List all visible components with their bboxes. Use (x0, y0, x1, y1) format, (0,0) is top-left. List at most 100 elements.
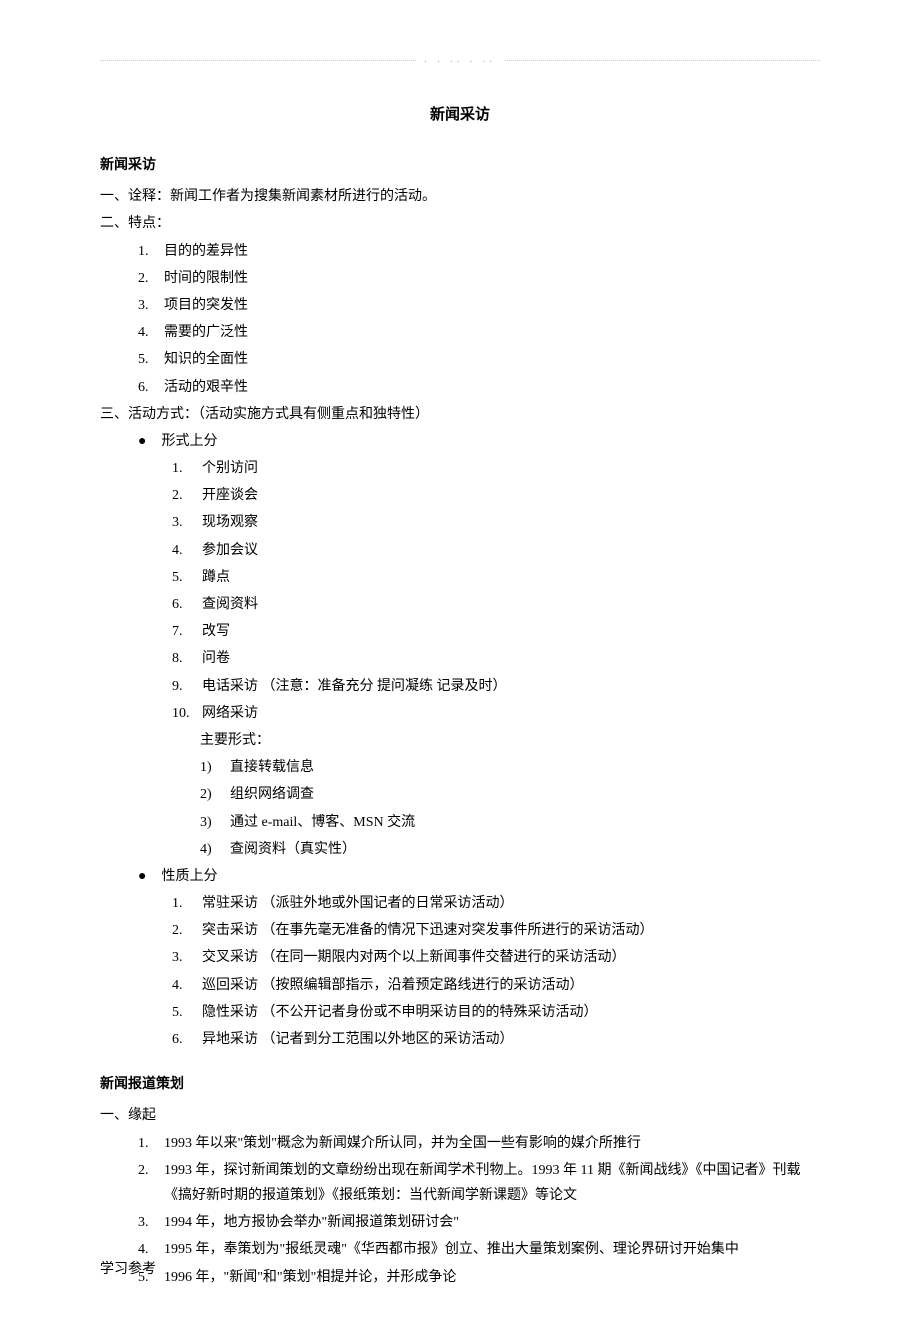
item-number: 3. (172, 945, 202, 970)
item-text: 参加会议 (202, 538, 820, 563)
item-number: 4. (138, 320, 164, 345)
list-item: 2)组织网络调查 (100, 782, 820, 807)
item-text: 1993 年，探讨新闻策划的文章纷纷出现在新闻学术刊物上。1993 年 11 期… (164, 1158, 820, 1208)
list-item: 3.现场观察 (100, 510, 820, 535)
item-number: 1) (200, 755, 230, 780)
list-item: 1.目的的差异性 (100, 239, 820, 264)
list-item: 5.隐性采访 （不公开记者身份或不申明采访目的的特殊采访活动） (100, 1000, 820, 1025)
bullet-icon: ● (138, 429, 158, 454)
list-item: 4)查阅资料（真实性） (100, 837, 820, 862)
item-number: 4) (200, 837, 230, 862)
list-item: 2.1993 年，探讨新闻策划的文章纷纷出现在新闻学术刊物上。1993 年 11… (100, 1158, 820, 1208)
item-text: 1996 年，"新闻"和"策划"相提并论，并形成争论 (164, 1265, 820, 1290)
item-text: 直接转载信息 (230, 755, 820, 780)
list-item: 1)直接转载信息 (100, 755, 820, 780)
item-number: 6. (138, 375, 164, 400)
label-three: 三、 (100, 402, 128, 427)
list-item: 3.交叉采访 （在同一期限内对两个以上新闻事件交替进行的采访活动） (100, 945, 820, 970)
list-item: 4.巡回采访 （按照编辑部指示，沿着预定路线进行的采访活动） (100, 973, 820, 998)
list-item: 3.项目的突发性 (100, 293, 820, 318)
item-text: 电话采访 （注意：准备充分 提问凝练 记录及时） (202, 674, 820, 699)
list-item: 3)通过 e-mail、博客、MSN 交流 (100, 810, 820, 835)
item-text: 1995 年，奉策划为"报纸灵魂"《华西都市报》创立、推出大量策划案例、理论界研… (164, 1237, 820, 1262)
item-text: 活动的艰辛性 (164, 375, 820, 400)
item-text: 突击采访 （在事先毫无准备的情况下迅速对突发事件所进行的采访活动） (202, 918, 820, 943)
list-item: 2.突击采访 （在事先毫无准备的情况下迅速对突发事件所进行的采访活动） (100, 918, 820, 943)
label-two: 二、 (100, 211, 128, 236)
item-number: 6. (172, 592, 202, 617)
item-text: 改写 (202, 619, 820, 644)
item-number: 9. (172, 674, 202, 699)
item-number: 3. (138, 1210, 164, 1235)
list-item: 5.1996 年，"新闻"和"策划"相提并论，并形成争论 (100, 1265, 820, 1290)
three-title: 活动方式：（活动实施方式具有侧重点和独特性） (128, 402, 820, 427)
item-number: 2. (138, 266, 164, 291)
item-number: 1. (138, 1131, 164, 1156)
g1-items-list: 1.个别访问2.开座谈会3.现场观察4.参加会议5.蹲点6.查阅资料7.改写8.… (100, 456, 820, 726)
list-item: 1.常驻采访 （派驻外地或外国记者的日常采访活动） (100, 891, 820, 916)
item-number: 2. (172, 918, 202, 943)
list-item: 4.参加会议 (100, 538, 820, 563)
item-number: 5. (172, 1000, 202, 1025)
item-text: 通过 e-mail、博客、MSN 交流 (230, 810, 820, 835)
item-text: 1994 年，地方报协会举办"新闻报道策划研讨会" (164, 1210, 820, 1235)
list-item: 8.问卷 (100, 646, 820, 671)
list-item: 10.网络采访 (100, 701, 820, 726)
item-text: 组织网络调查 (230, 782, 820, 807)
item-text: 交叉采访 （在同一期限内对两个以上新闻事件交替进行的采访活动） (202, 945, 820, 970)
s2-items-list: 1.1993 年以来"策划"概念为新闻媒介所认同，并为全国一些有影响的媒介所推行… (100, 1131, 820, 1290)
item-number: 1. (172, 891, 202, 916)
g2-label: 性质上分 (162, 869, 218, 884)
item-text: 查阅资料 (202, 592, 820, 617)
document-page: . . .. . .. 新闻采访 新闻采访 一、 诠释：新闻工作者为搜集新闻素材… (0, 0, 920, 1332)
g1-label: 形式上分 (162, 434, 218, 449)
section2-one-head: 一、 缘起 (100, 1103, 820, 1128)
item-text: 巡回采访 （按照编辑部指示，沿着预定路线进行的采访活动） (202, 973, 820, 998)
list-item: 6.活动的艰辛性 (100, 375, 820, 400)
bullet-icon: ● (138, 864, 158, 889)
list-item: 6.异地采访 （记者到分工范围以外地区的采访活动） (100, 1027, 820, 1052)
two-items-list: 1.目的的差异性2.时间的限制性3.项目的突发性4.需要的广泛性5.知识的全面性… (100, 239, 820, 400)
item-text: 常驻采访 （派驻外地或外国记者的日常采访活动） (202, 891, 820, 916)
list-item: 5.知识的全面性 (100, 347, 820, 372)
item-text: 目的的差异性 (164, 239, 820, 264)
g1-sub-items-list: 1)直接转载信息2)组织网络调查 3)通过 e-mail、博客、MSN 交流4)查… (100, 755, 820, 862)
item-text: 开座谈会 (202, 483, 820, 508)
section1-one: 一、 诠释：新闻工作者为搜集新闻素材所进行的活动。 (100, 184, 820, 209)
item-number: 5. (172, 565, 202, 590)
item-text: 知识的全面性 (164, 347, 820, 372)
list-item: 1.个别访问 (100, 456, 820, 481)
item-text: 1993 年以来"策划"概念为新闻媒介所认同，并为全国一些有影响的媒介所推行 (164, 1131, 820, 1156)
item-number: 4. (172, 538, 202, 563)
item-number: 1. (138, 239, 164, 264)
item-text: 项目的突发性 (164, 293, 820, 318)
item-text: 需要的广泛性 (164, 320, 820, 345)
item-text: 查阅资料（真实性） (230, 837, 820, 862)
list-item: 3.1994 年，地方报协会举办"新闻报道策划研讨会" (100, 1210, 820, 1235)
footer-text: 学习参考 (100, 1257, 156, 1282)
three-g1-head: ● 形式上分 (100, 429, 820, 454)
item-text: 现场观察 (202, 510, 820, 535)
item-number: 2) (200, 782, 230, 807)
three-g2-head: ● 性质上分 (100, 864, 820, 889)
list-item: 6.查阅资料 (100, 592, 820, 617)
item-number: 8. (172, 646, 202, 671)
list-item: 7.改写 (100, 619, 820, 644)
one-text: 新闻工作者为搜集新闻素材所进行的活动。 (170, 189, 436, 204)
item-text: 问卷 (202, 646, 820, 671)
list-item: 4.1995 年，奉策划为"报纸灵魂"《华西都市报》创立、推出大量策划案例、理论… (100, 1237, 820, 1262)
header-dots-text: . . .. . .. (416, 51, 504, 69)
item-text: 隐性采访 （不公开记者身份或不申明采访目的的特殊采访活动） (202, 1000, 820, 1025)
two-title: 特点： (128, 211, 820, 236)
item-number: 5. (138, 347, 164, 372)
item-text: 时间的限制性 (164, 266, 820, 291)
s2-label-one: 一、 (100, 1103, 128, 1128)
list-item: 1.1993 年以来"策划"概念为新闻媒介所认同，并为全国一些有影响的媒介所推行 (100, 1131, 820, 1156)
label-one: 一、 (100, 184, 128, 209)
g2-items-list: 1.常驻采访 （派驻外地或外国记者的日常采访活动）2.突击采访 （在事先毫无准备… (100, 891, 820, 1052)
section1-heading: 新闻采访 (100, 153, 820, 178)
item-number: 6. (172, 1027, 202, 1052)
list-item: 5.蹲点 (100, 565, 820, 590)
item-number: 2. (138, 1158, 164, 1183)
list-item: 2.时间的限制性 (100, 266, 820, 291)
